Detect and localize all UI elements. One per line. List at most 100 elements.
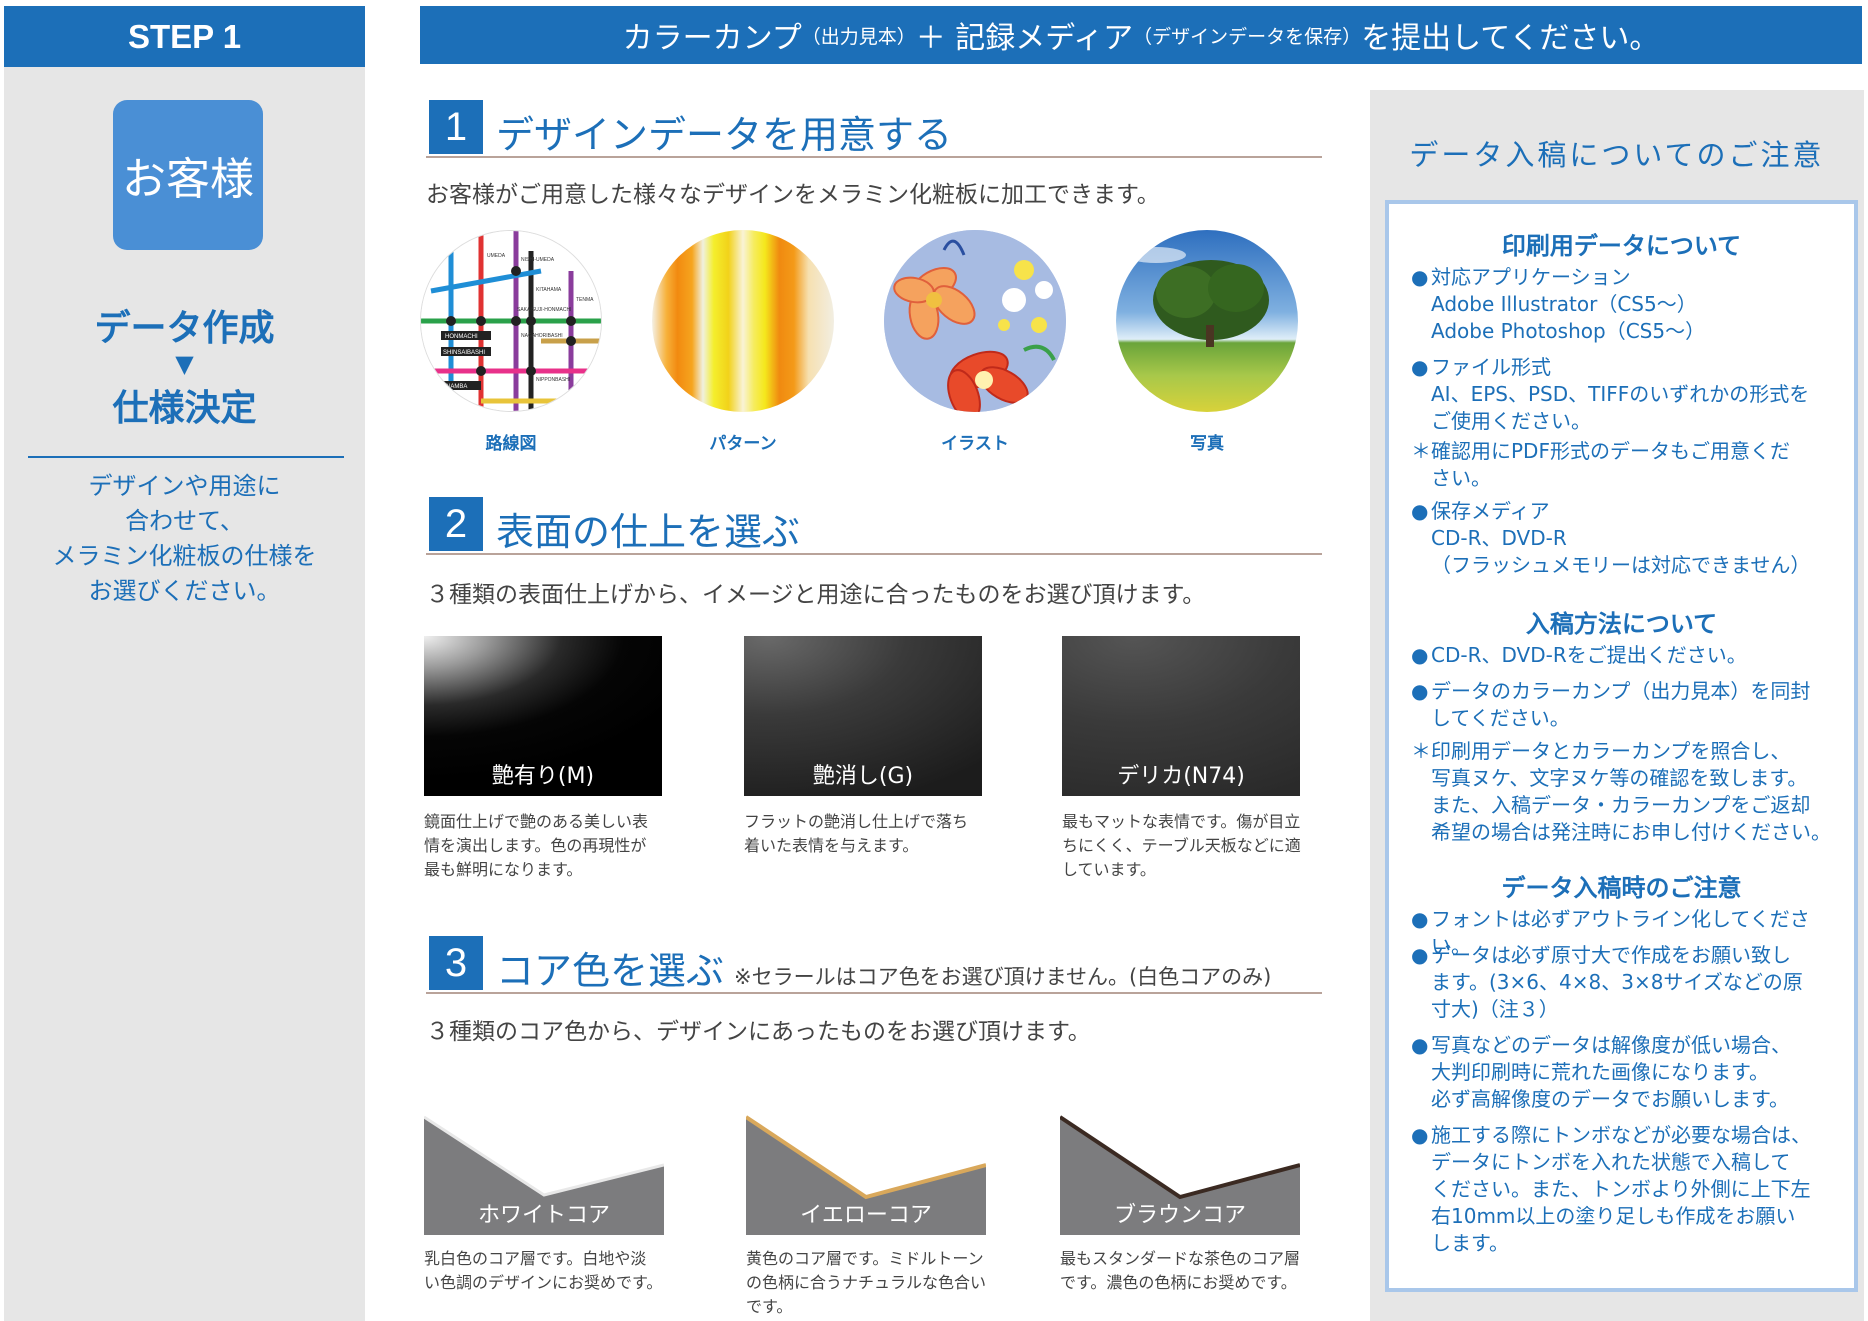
notice-line: ます。(3×6、4×8、3×8サイズなどの原 bbox=[1431, 970, 1803, 994]
notice-line: データは必ず原寸大で作成をお願い致し bbox=[1431, 943, 1791, 967]
bullet-icon: ● bbox=[1411, 943, 1429, 967]
section-2-header: 2 表面の仕上を選ぶ bbox=[426, 497, 1322, 555]
notice-box: 印刷用データについて ● 対応アプリケーション Adobe Illustrato… bbox=[1385, 200, 1858, 1292]
desc-line: です。 bbox=[746, 1297, 793, 1316]
finish-description: 鏡面仕上げで艶のある美しい表 情を演出します。色の再現性が 最も鮮明になります。 bbox=[424, 810, 669, 882]
notice-line: 確認用にPDF形式のデータもご用意くだ bbox=[1431, 439, 1790, 463]
desc-line: ちにくく、テーブル天板などに適 bbox=[1062, 836, 1301, 855]
notice-line: 希望の場合は発注時にお申し付けください。 bbox=[1431, 820, 1831, 844]
pattern-image bbox=[652, 230, 834, 412]
core-description: 最もスタンダードな茶色のコア層 です。濃色の色柄にお奨めです。 bbox=[1060, 1247, 1305, 1295]
notice-line: ご使用ください。 bbox=[1431, 409, 1591, 433]
notice-line: 写真ヌケ、文字ヌケ等の確認を致します。 bbox=[1431, 766, 1808, 790]
section-1-lead: お客様がご用意した様々なデザインをメラミン化粧板に加工できます。 bbox=[426, 182, 1160, 208]
notice-line: ファイル形式 bbox=[1431, 355, 1551, 379]
core-description: 乳白色のコア層です。白地や淡 い色調のデザインにお奨めです。 bbox=[424, 1247, 669, 1295]
finish-label: デリカ(N74) bbox=[1117, 764, 1245, 789]
map-station-label: NIPPONBASHI bbox=[536, 377, 570, 383]
desc-line: フラットの艶消し仕上げで落ち bbox=[744, 812, 969, 831]
image-label-illustration: イラスト bbox=[941, 434, 1009, 454]
map-station-label: NISHI-UMEDA bbox=[521, 257, 555, 263]
notice-title: データ入稿についてのご注意 bbox=[1409, 138, 1825, 172]
notice-item: ● 写真などのデータは解像度が低い場合、 大判印刷時に荒れた画像になります。 必… bbox=[1411, 1032, 1846, 1113]
notice-line: します。 bbox=[1431, 1231, 1509, 1255]
step-label: STEP 1 bbox=[127, 17, 242, 55]
map-station-label: SAKAISUJI-HONMACHI bbox=[517, 307, 571, 313]
section-title-text: コア色を選ぶ bbox=[496, 949, 725, 993]
finish-description: 最もマットな表情です。傷が目立 ちにくく、テーブル天板などに適 しています。 bbox=[1062, 810, 1307, 882]
notice-heading: 印刷用データについて bbox=[1501, 232, 1742, 260]
sidebar-description: デザインや用途に 合わせて、 メラミン化粧板の仕様を お選びください。 bbox=[24, 469, 345, 609]
finish-label: 艶有り(M) bbox=[491, 764, 595, 789]
core-description: 黄色のコア層です。ミドルトーン の色柄に合うナチュラルな色合い です。 bbox=[746, 1247, 991, 1319]
bullet-icon: ● bbox=[1411, 1033, 1429, 1057]
bullet-icon: ● bbox=[1411, 355, 1429, 379]
notice-line: （フラッシュメモリーは対応できません） bbox=[1431, 553, 1811, 577]
notice-line: また、入稿データ・カラーカンプをご返却 bbox=[1431, 793, 1811, 817]
notice-line: 施工する際にトンボなどが必要な場合は、 bbox=[1431, 1123, 1811, 1147]
asterisk-icon: ＊ bbox=[1411, 439, 1431, 463]
notice-line: Adobe Illustrator（CS5〜） bbox=[1431, 292, 1697, 316]
finish-delica-swatch: デリカ(N74) bbox=[1062, 636, 1300, 796]
map-station-label: TENMA bbox=[576, 297, 594, 303]
customer-badge: お客様 bbox=[113, 100, 263, 250]
bullet-icon: ● bbox=[1411, 679, 1429, 703]
notice-item: ● データのカラーカンプ（出力見本）を同封 してください。 bbox=[1411, 678, 1846, 732]
section-3-header: 3 コア色を選ぶ ※セラールはコア色をお選び頂けません。(白色コアのみ) bbox=[426, 936, 1322, 994]
notice-item: ＊ 印刷用データとカラーカンプを照合し、 写真ヌケ、文字ヌケ等の確認を致します。… bbox=[1411, 738, 1846, 846]
core-label: ホワイトコア bbox=[477, 1203, 610, 1228]
section-3-lead: ３種類のコア色から、デザインにあったものをお選び頂けます。 bbox=[426, 1019, 1091, 1045]
bullet-icon: ● bbox=[1411, 1123, 1429, 1147]
core-label: イエローコア bbox=[800, 1203, 932, 1228]
map-station-label: NAGAHORIBASHI bbox=[521, 333, 563, 339]
route-map-image: HONMACHI SHINSAIBASHI NAMBA UMEDA NISHI-… bbox=[420, 230, 602, 412]
notice-line: 必ず高解像度のデータでお願いします。 bbox=[1431, 1087, 1789, 1111]
notice-line: データにトンボを入れた状態で入稿して bbox=[1431, 1150, 1791, 1174]
notice-line: ください。また、トンボより外側に上下左 bbox=[1431, 1177, 1811, 1201]
section-number: 3 bbox=[429, 936, 483, 990]
map-station-label: NAMBA bbox=[446, 384, 467, 390]
map-station-label: SHINSAIBASHI bbox=[443, 350, 485, 356]
bullet-icon: ● bbox=[1411, 265, 1429, 289]
sidebar-title-data-creation: データ作成 bbox=[94, 308, 275, 349]
core-yellow-swatch: イエローコア bbox=[746, 1075, 986, 1235]
image-label-pattern: パターン bbox=[709, 434, 777, 454]
section-title: 表面の仕上を選ぶ bbox=[496, 510, 801, 554]
notice-item: ● 施工する際にトンボなどが必要な場合は、 データにトンボを入れた状態で入稿して… bbox=[1411, 1122, 1846, 1257]
notice-item: ● CD-R、DVD-Rをご提出ください。 bbox=[1411, 642, 1846, 669]
desc-line: です。濃色の色柄にお奨めです。 bbox=[1060, 1273, 1297, 1292]
asterisk-icon: ＊ bbox=[1411, 739, 1431, 763]
section-number: 2 bbox=[429, 497, 483, 551]
sidebar-desc-line: デザインや用途に bbox=[88, 472, 281, 500]
map-station-label: HONMACHI bbox=[445, 334, 478, 340]
desc-line: 最もマットな表情です。傷が目立 bbox=[1062, 812, 1301, 831]
desc-line: しています。 bbox=[1062, 860, 1156, 879]
notice-item: ● 保存メディア CD-R、DVD-R （フラッシュメモリーは対応できません） bbox=[1411, 498, 1846, 579]
map-station-label: KITAHAMA bbox=[536, 287, 562, 293]
map-station-label: UMEDA bbox=[487, 253, 506, 259]
notice-item: ● 対応アプリケーション Adobe Illustrator（CS5〜） Ado… bbox=[1411, 264, 1846, 345]
notice-line: CD-R、DVD-Rをご提出ください。 bbox=[1431, 643, 1747, 667]
notice-line: Adobe Photoshop（CS5〜） bbox=[1431, 319, 1706, 343]
notice-line: AI、EPS、PSD、TIFFのいずれかの形式を bbox=[1431, 382, 1810, 406]
banner-part-small: （出力見本） bbox=[801, 25, 916, 48]
sidebar-desc-line: 合わせて、 bbox=[125, 507, 244, 535]
finish-label: 艶消し(G) bbox=[812, 764, 914, 789]
section-title: デザインデータを用意する bbox=[496, 113, 953, 157]
notice-item: ＊ 確認用にPDF形式のデータもご用意くだ さい。 bbox=[1411, 438, 1846, 492]
desc-line: 最も鮮明になります。 bbox=[424, 860, 583, 879]
banner-part-small: （デザインデータを保存） bbox=[1133, 25, 1362, 48]
finish-matte-swatch: 艶消し(G) bbox=[744, 636, 982, 796]
notice-item: ● データは必ず原寸大で作成をお願い致し ます。(3×6、4×8、3×8サイズな… bbox=[1411, 942, 1846, 1023]
sidebar-divider bbox=[28, 456, 344, 458]
sidebar-title-spec-decision: 仕様決定 bbox=[112, 388, 257, 429]
notice-line: 大判印刷時に荒れた画像になります。 bbox=[1431, 1060, 1769, 1084]
banner-part: ＋ 記録メディア bbox=[915, 21, 1134, 56]
core-white-swatch: ホワイトコア bbox=[424, 1075, 664, 1235]
customer-label: お客様 bbox=[122, 154, 254, 205]
notice-panel: データ入稿についてのご注意 印刷用データについて ● 対応アプリケーション Ad… bbox=[1370, 90, 1864, 1321]
section-1-header: 1 デザインデータを用意する bbox=[426, 100, 1322, 158]
notice-heading: データ入稿時のご注意 bbox=[1501, 874, 1742, 902]
section-2-lead: ３種類の表面仕上げから、イメージと用途に合ったものをお選び頂けます。 bbox=[426, 582, 1206, 608]
desc-line: 乳白色のコア層です。白地や淡 bbox=[424, 1249, 647, 1268]
